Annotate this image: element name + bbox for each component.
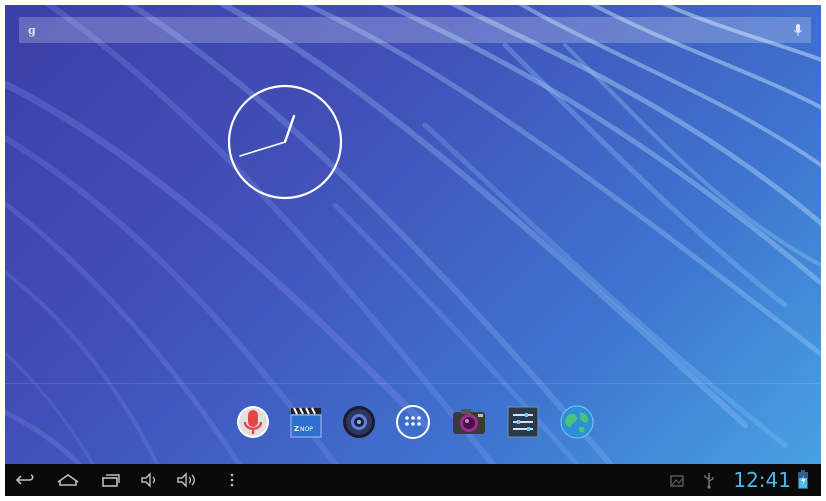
volume-down-icon[interactable] <box>139 470 161 490</box>
status-bar-time: 12:41 <box>733 468 791 492</box>
usb-icon <box>704 473 714 489</box>
system-navigation-bar: 12:41 <box>5 464 821 496</box>
menu-icon[interactable] <box>227 470 237 490</box>
clock-minute-hand <box>239 141 286 157</box>
google-search-bar[interactable]: g <box>19 17 811 43</box>
analog-clock-widget[interactable] <box>226 83 344 201</box>
settings-app[interactable] <box>501 400 545 444</box>
recent-apps-icon[interactable] <box>99 470 121 490</box>
device-frame: g Z NOP 12:41 <box>0 0 826 501</box>
app-dock: Z NOP <box>231 400 601 450</box>
all-apps-button[interactable] <box>391 400 435 444</box>
home-screen: g Z NOP 12:41 <box>5 5 821 496</box>
svg-text:NOP: NOP <box>300 426 313 433</box>
battery-icon <box>798 470 808 489</box>
clock-hour-hand <box>283 114 296 144</box>
gallery-icon <box>670 475 684 487</box>
volume-up-icon[interactable] <box>175 470 201 490</box>
all-apps-icon <box>396 405 430 439</box>
voice-search-icon[interactable] <box>793 22 803 38</box>
browser-icon <box>560 405 594 439</box>
music-player-app[interactable] <box>337 400 381 444</box>
svg-text:Z: Z <box>294 425 299 433</box>
voice-search-app[interactable] <box>231 400 275 444</box>
browser-app[interactable] <box>555 400 599 444</box>
video-player-app[interactable]: Z NOP <box>283 400 327 444</box>
dock-divider <box>5 383 821 384</box>
camera-app[interactable] <box>447 400 491 444</box>
google-search-icon[interactable]: g <box>27 22 39 38</box>
music-player-icon <box>343 406 375 438</box>
video-player-icon: Z NOP <box>290 407 322 438</box>
voice-search-icon <box>237 406 269 438</box>
svg-text:g: g <box>28 24 36 37</box>
home-icon[interactable] <box>55 470 81 490</box>
camera-icon <box>453 409 485 434</box>
settings-icon <box>507 406 539 438</box>
back-icon[interactable] <box>15 470 37 490</box>
